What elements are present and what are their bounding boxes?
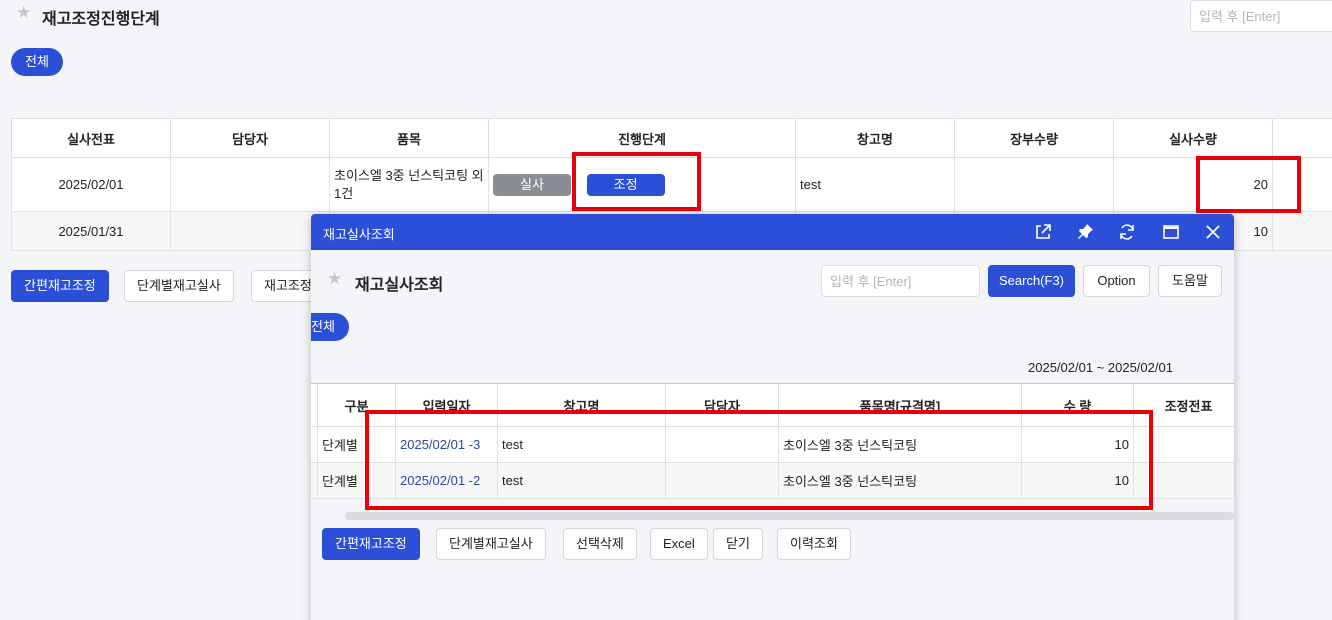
manager-cell [665,462,779,499]
item-cell: 초이스엘 3중 넌스틱코팅 [778,426,1022,463]
modal-search-input[interactable] [821,265,980,297]
col-header-warehouse[interactable]: 창고명 [497,383,666,427]
type-cell: 단계별 [317,462,396,499]
maximize-icon[interactable] [1161,222,1181,242]
actual-qty-cell: 20 [1113,157,1273,212]
date-range-label: 2025/02/01 ~ 2025/02/01 [1028,360,1173,375]
adj-doc-cell[interactable] [1133,426,1234,463]
table-row[interactable]: 단계별 2025/02/01 -3 test 초이스엘 3중 넌스틱코팅 10 [311,426,1234,463]
col-header-stage[interactable]: 진행단계 [488,118,796,158]
excel-button[interactable]: Excel [650,528,708,560]
refresh-icon[interactable] [1117,222,1137,242]
history-button[interactable]: 이력조회 [777,528,851,560]
filter-all-button[interactable]: 전체 [11,48,63,76]
doc-cell[interactable]: 2025/02/01 [11,157,171,212]
col-header-item-spec[interactable]: 품목명[규격명] [778,383,1022,427]
col-header-manager[interactable]: 담당자 [665,383,779,427]
col-header-warehouse[interactable]: 창고명 [795,118,955,158]
modal-grid: 구분 입력일자 창고명 담당자 품목명[규격명] 수 량 조정전표 단계별 20… [311,383,1234,499]
col-header-type[interactable]: 구분 [317,383,396,427]
modal-window-title: 재고실사조회 [323,227,395,242]
stage-done-button[interactable]: 실사 [493,173,571,196]
book-qty-cell [954,157,1114,212]
col-header-doc[interactable]: 실사전표 [11,118,171,158]
col-header-book-qty[interactable]: 장부수량 [954,118,1114,158]
date-cell[interactable]: 2025/02/01 -3 [395,426,498,463]
warehouse-cell: test [795,157,955,212]
search-input[interactable] [1190,0,1332,32]
delete-selected-button[interactable]: 선택삭제 [563,528,637,560]
table-row[interactable]: 단계별 2025/02/01 -2 test 초이스엘 3중 넌스틱코팅 10 [311,462,1234,499]
search-button[interactable]: Search(F3) [988,265,1075,297]
external-link-icon[interactable] [1033,222,1053,242]
step-inspect-button[interactable]: 단계별재고실사 [436,528,546,560]
manager-cell [665,426,779,463]
col-header-actual-qty[interactable]: 실사수량 [1113,118,1273,158]
modal-title: 재고실사조회 [355,277,444,294]
horizontal-scrollbar[interactable] [345,512,1234,520]
close-button[interactable]: 닫기 [713,528,763,560]
item-cell: 초이스엘 3중 넌스틱코팅 [778,462,1022,499]
qty-cell: 10 [1021,426,1134,463]
page-title: 재고조정진행단계 [42,11,160,28]
adj-doc-cell[interactable] [1133,462,1234,499]
close-icon[interactable] [1203,222,1223,242]
pin-icon[interactable] [1075,222,1095,242]
col-header-manager[interactable]: 담당자 [170,118,330,158]
type-cell: 단계별 [317,426,396,463]
warehouse-cell: test [497,426,666,463]
qty-cell: 10 [1021,462,1134,499]
manager-cell [170,157,330,212]
stage-cell: 실사 조정 [488,157,796,212]
main-grid-header: 실사전표 담당자 품목 진행단계 창고명 장부수량 실사수량 [11,118,1332,158]
col-header-qty[interactable]: 수 량 [1021,383,1134,427]
inventory-inspection-modal: 재고실사조회 ★ 재고실사조회 Search(F3) Option 도움말 전체… [311,214,1234,620]
modal-grid-header: 구분 입력일자 창고명 담당자 품목명[규격명] 수 량 조정전표 [311,383,1234,427]
modal-titlebar: 재고실사조회 [311,214,1234,250]
manager-cell [170,211,330,251]
favorite-star-icon[interactable]: ★ [327,269,342,289]
help-button[interactable]: 도움말 [1158,265,1222,297]
col-header-item[interactable]: 품목 [329,118,489,158]
favorite-star-icon[interactable]: ★ [16,3,31,23]
simple-adjust-button[interactable]: 간편재고조정 [11,270,109,302]
warehouse-cell: test [497,462,666,499]
step-inspect-button[interactable]: 단계별재고실사 [124,270,234,302]
doc-cell[interactable]: 2025/01/31 [11,211,171,251]
stage-current-button[interactable]: 조정 [586,173,665,196]
simple-adjust-button[interactable]: 간편재고조정 [322,528,420,560]
col-header-adj-doc[interactable]: 조정전표 [1133,383,1234,427]
option-button[interactable]: Option [1083,265,1150,297]
item-cell: 초이스엘 3중 넌스틱코팅 외 1건 [329,157,489,212]
date-cell[interactable]: 2025/02/01 -2 [395,462,498,499]
col-header-date[interactable]: 입력일자 [395,383,498,427]
table-row[interactable]: 2025/02/01 초이스엘 3중 넌스틱코팅 외 1건 실사 조정 test… [11,157,1332,212]
modal-filter-all-button[interactable]: 전체 [311,313,349,341]
col-header-extra [1272,118,1332,158]
